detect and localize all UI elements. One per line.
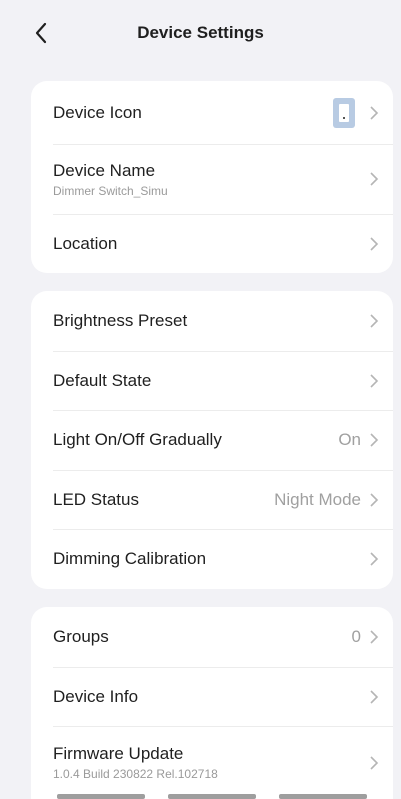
chevron-right-icon <box>370 314 379 328</box>
row-value: On <box>338 430 361 449</box>
row-device-name[interactable]: Device Name Dimmer Switch_Simu <box>31 144 393 214</box>
page-title: Device Settings <box>137 23 264 42</box>
settings-group-info: Groups 0 Device Info Firmware Update 1.0… <box>31 607 393 799</box>
row-sublabel: Dimmer Switch_Simu <box>53 183 168 198</box>
row-value: Night Mode <box>274 489 361 509</box>
chevron-right-icon <box>370 552 379 566</box>
row-label: Device Icon <box>53 102 142 122</box>
row-label: Device Info <box>53 686 139 706</box>
row-dimming-calibration[interactable]: Dimming Calibration <box>31 529 393 589</box>
nav-indicator <box>57 794 145 799</box>
chevron-right-icon <box>370 433 379 447</box>
chevron-right-icon <box>370 373 379 388</box>
nav-indicator-bar <box>0 794 401 799</box>
row-device-icon[interactable]: Device Icon <box>31 81 393 144</box>
nav-indicator <box>168 794 256 799</box>
settings-group-behavior: Brightness Preset Default State Light On… <box>31 291 393 589</box>
row-value: 0 <box>351 627 361 646</box>
row-firmware-update[interactable]: Firmware Update 1.0.4 Build 230822 Rel.1… <box>31 726 393 799</box>
chevron-right-icon <box>370 492 379 507</box>
settings-group-device: Device Icon Device Name Dimmer Switch_Si… <box>31 81 393 273</box>
chevron-right-icon <box>370 689 379 704</box>
row-groups[interactable]: Groups 0 <box>31 607 393 667</box>
switch-device-icon <box>333 97 355 128</box>
row-light-gradually[interactable]: Light On/Off Gradually On <box>31 410 393 470</box>
row-brightness-preset[interactable]: Brightness Preset <box>31 291 393 351</box>
row-device-info[interactable]: Device Info <box>31 667 393 726</box>
chevron-right-icon <box>370 755 379 770</box>
row-label: Firmware Update <box>53 744 184 763</box>
nav-indicator <box>279 794 367 799</box>
chevron-right-icon <box>370 172 379 186</box>
row-label: Light On/Off Gradually <box>53 430 222 449</box>
chevron-right-icon <box>370 105 379 120</box>
row-label: Groups <box>53 627 109 646</box>
row-label: LED Status <box>53 489 139 509</box>
row-location[interactable]: Location <box>31 214 393 273</box>
back-button[interactable] <box>26 18 56 48</box>
header: Device Settings <box>0 0 401 66</box>
row-label: Device Name <box>53 160 156 180</box>
chevron-right-icon <box>370 236 379 251</box>
row-label: Dimming Calibration <box>53 549 207 568</box>
row-default-state[interactable]: Default State <box>31 351 393 410</box>
chevron-right-icon <box>370 630 379 644</box>
row-label: Brightness Preset <box>53 311 188 330</box>
row-sublabel: 1.0.4 Build 230822 Rel.102718 <box>53 767 218 781</box>
row-led-status[interactable]: LED Status Night Mode <box>31 470 393 529</box>
chevron-left-icon <box>35 22 47 44</box>
row-label: Location <box>53 233 118 253</box>
row-label: Default State <box>53 370 152 390</box>
